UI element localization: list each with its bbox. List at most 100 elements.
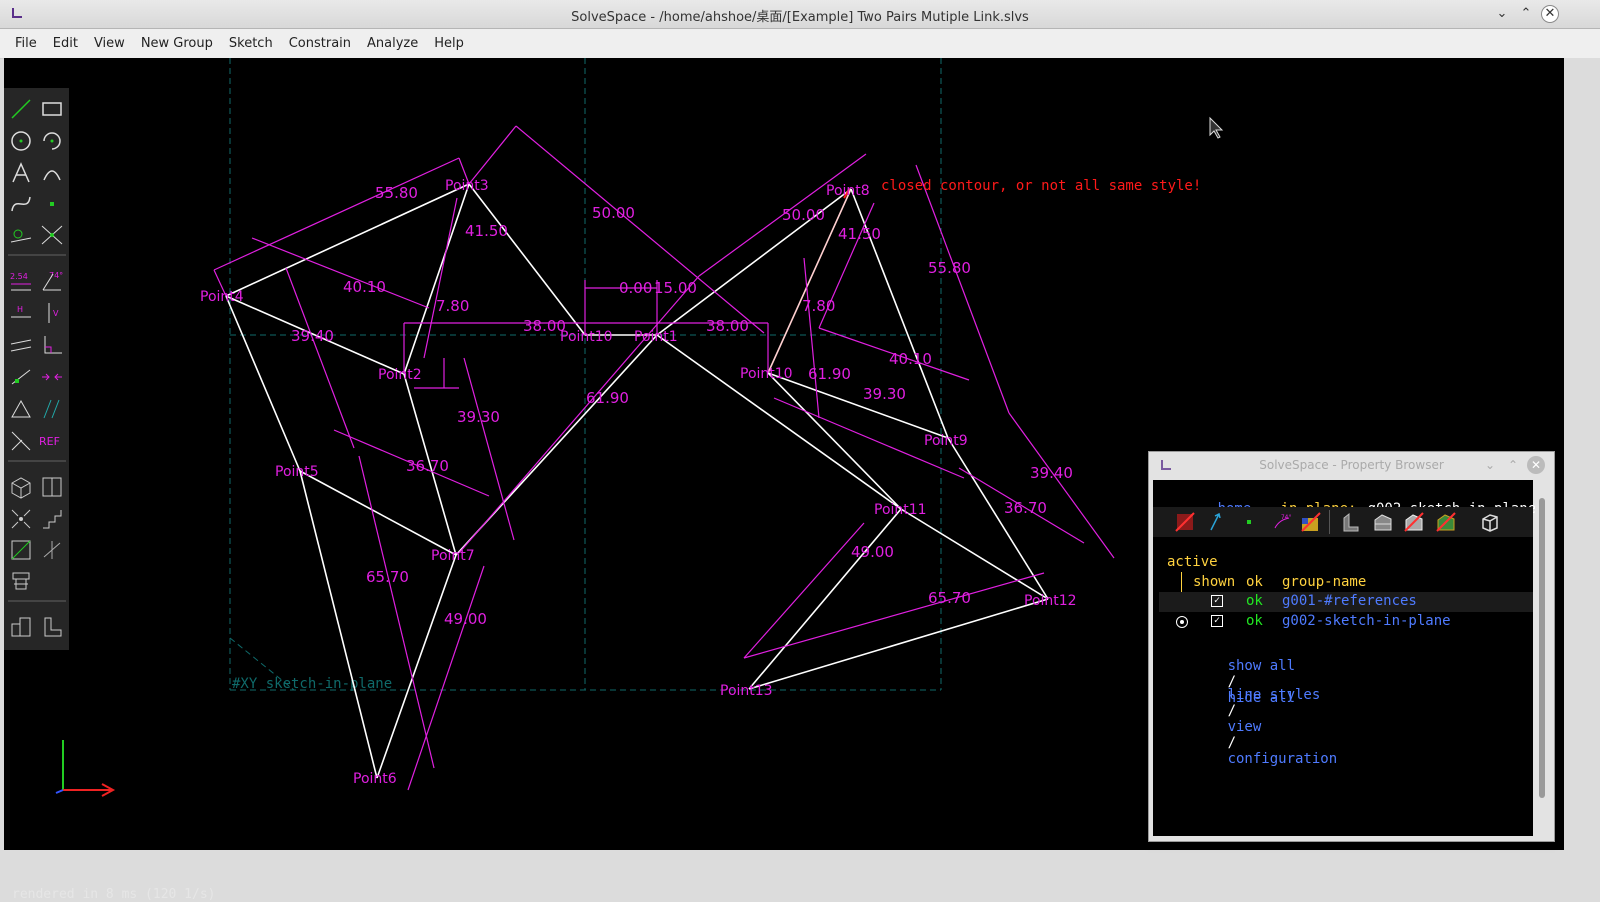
error-message: closed contour, or not all same style! [881, 178, 1201, 194]
group-shown-checkbox[interactable]: ✓ [1211, 615, 1223, 627]
dimension-label: 50.00 [592, 204, 635, 222]
sketch-toolbar: 2.54 74° H V REF [4, 88, 69, 650]
perpendicular-icon[interactable] [39, 332, 65, 358]
line-styles-link[interactable]: line styles [1228, 687, 1321, 703]
shaded-icon[interactable] [1371, 510, 1395, 534]
tangent-arc-icon[interactable] [39, 160, 65, 186]
solvespace-app-icon [1161, 460, 1171, 470]
perspective-icon[interactable] [1478, 510, 1502, 534]
point-label: Point5 [275, 464, 319, 480]
window-bottom-edge [0, 850, 1600, 870]
dimension-label: 7.80 [802, 297, 835, 315]
menu-new-group[interactable]: New Group [133, 29, 221, 58]
dimension-label: 61.90 [586, 389, 629, 407]
close-window-button[interactable]: ✕ [1527, 456, 1545, 474]
lathe-icon[interactable] [39, 614, 65, 640]
distance-dimension-icon[interactable]: 2.54 [8, 268, 34, 294]
axis-indicator [55, 740, 116, 797]
step-rotate-icon[interactable] [8, 506, 34, 532]
dimension-label: 50.00 [782, 206, 825, 224]
view-link[interactable]: view [1228, 719, 1262, 735]
mouse-cursor-icon [1209, 116, 1224, 139]
extrude-icon[interactable] [8, 614, 34, 640]
symmetric-icon[interactable] [39, 364, 65, 390]
property-browser-window[interactable]: SolveSpace - Property Browser ⌄ ⌃ ✕ home… [1148, 451, 1555, 842]
dimension-label: 49.00 [444, 610, 487, 628]
svg-text:2.54: 2.54 [10, 272, 28, 281]
angle-dimension-icon[interactable]: 74° [39, 268, 65, 294]
bezier-icon[interactable] [8, 191, 34, 217]
menu-edit[interactable]: Edit [45, 29, 86, 58]
rectangle-icon[interactable] [39, 96, 65, 122]
window-titlebar: SolveSpace - /home/ahshoe/桌面/[Example] T… [0, 0, 1600, 29]
other-supplementary-icon[interactable] [8, 428, 34, 454]
configuration-link[interactable]: configuration [1228, 751, 1338, 767]
circle-icon[interactable] [8, 128, 34, 154]
header-ok: ok [1246, 574, 1263, 590]
hidden-lines-icon[interactable] [1434, 510, 1458, 534]
dimension-label: 40.10 [889, 350, 932, 368]
render-status: rendered in 8 ms (120 1/s) [12, 887, 216, 902]
reference-icon[interactable]: REF [39, 428, 65, 454]
dimension-labels[interactable]: 55.80 41.50 50.00 40.10 7.80 38.00 0.00 … [291, 184, 1073, 628]
arc-icon[interactable] [39, 128, 65, 154]
header-group-name: group-name [1282, 574, 1367, 590]
minimize-button[interactable]: ⌄ [1481, 456, 1499, 474]
separator: / [1227, 703, 1237, 719]
dimension-label: 36.70 [406, 457, 449, 475]
minimize-button[interactable]: ⌄ [1493, 5, 1511, 23]
active-group-radio[interactable] [1176, 616, 1188, 628]
point-label: Point6 [353, 771, 397, 787]
same-orientation-icon[interactable] [39, 396, 65, 422]
menu-analyze[interactable]: Analyze [359, 29, 426, 58]
group-status: ok [1246, 613, 1263, 629]
svg-text:74°: 74° [1281, 514, 1292, 521]
sketch-in-3d-icon[interactable] [8, 537, 34, 563]
point-on-line-icon[interactable] [8, 364, 34, 390]
hide-constraints-icon[interactable] [1205, 510, 1229, 534]
show-solid-icon[interactable] [1299, 510, 1323, 534]
dimension-label: 65.70 [366, 568, 409, 586]
split-curves-icon[interactable] [39, 222, 65, 248]
property-browser-scrollbar[interactable] [1535, 480, 1549, 836]
group-name-link[interactable]: g001-#references [1282, 593, 1417, 609]
wireframe-icon[interactable] [1402, 510, 1426, 534]
menu-help[interactable]: Help [426, 29, 472, 58]
step-translate-icon[interactable] [39, 506, 65, 532]
sketch-in-new-workplane-icon[interactable] [39, 537, 65, 563]
close-window-button[interactable]: ✕ [1541, 5, 1559, 23]
horizontal-icon[interactable]: H [8, 300, 34, 326]
scrollbar-thumb[interactable] [1539, 498, 1545, 798]
hide-normals-icon[interactable]: 74° [1269, 510, 1293, 534]
show-faces-icon[interactable] [1339, 510, 1363, 534]
dimension-label: 39.40 [1030, 464, 1073, 482]
line-icon[interactable] [8, 96, 34, 122]
dimension-label: 40.10 [343, 278, 386, 296]
datum-point-icon[interactable] [39, 191, 65, 217]
nearest-isometric-icon[interactable] [8, 474, 34, 500]
text-icon[interactable] [8, 160, 34, 186]
point-label: Point8 [826, 183, 870, 199]
window-title: SolveSpace - /home/ahshoe/桌面/[Example] T… [571, 10, 1029, 25]
assemble-icon[interactable] [8, 568, 34, 594]
dimension-label: 38.00 [523, 317, 566, 335]
group-name-link[interactable]: g002-sketch-in-plane [1282, 613, 1451, 629]
menu-sketch[interactable]: Sketch [221, 29, 281, 58]
maximize-button[interactable]: ⌃ [1517, 5, 1535, 23]
maximize-button[interactable]: ⌃ [1504, 456, 1522, 474]
show-workplanes-icon[interactable] [1237, 510, 1261, 534]
menu-file[interactable]: File [7, 29, 45, 58]
point-label: Point4 [200, 289, 244, 305]
dimension-label: 36.70 [1004, 499, 1047, 517]
vertical-icon[interactable]: V [39, 300, 65, 326]
hide-points-icon[interactable] [1173, 510, 1197, 534]
workplane-icon[interactable] [8, 222, 34, 248]
equal-icon[interactable] [8, 396, 34, 422]
parallel-icon[interactable] [8, 332, 34, 358]
menu-constrain[interactable]: Constrain [281, 29, 359, 58]
nearest-ortho-icon[interactable] [39, 474, 65, 500]
menu-view[interactable]: View [86, 29, 133, 58]
point-label: Point12 [1024, 593, 1077, 609]
group-shown-checkbox[interactable]: ✓ [1211, 595, 1223, 607]
icon-separator [1329, 510, 1330, 534]
